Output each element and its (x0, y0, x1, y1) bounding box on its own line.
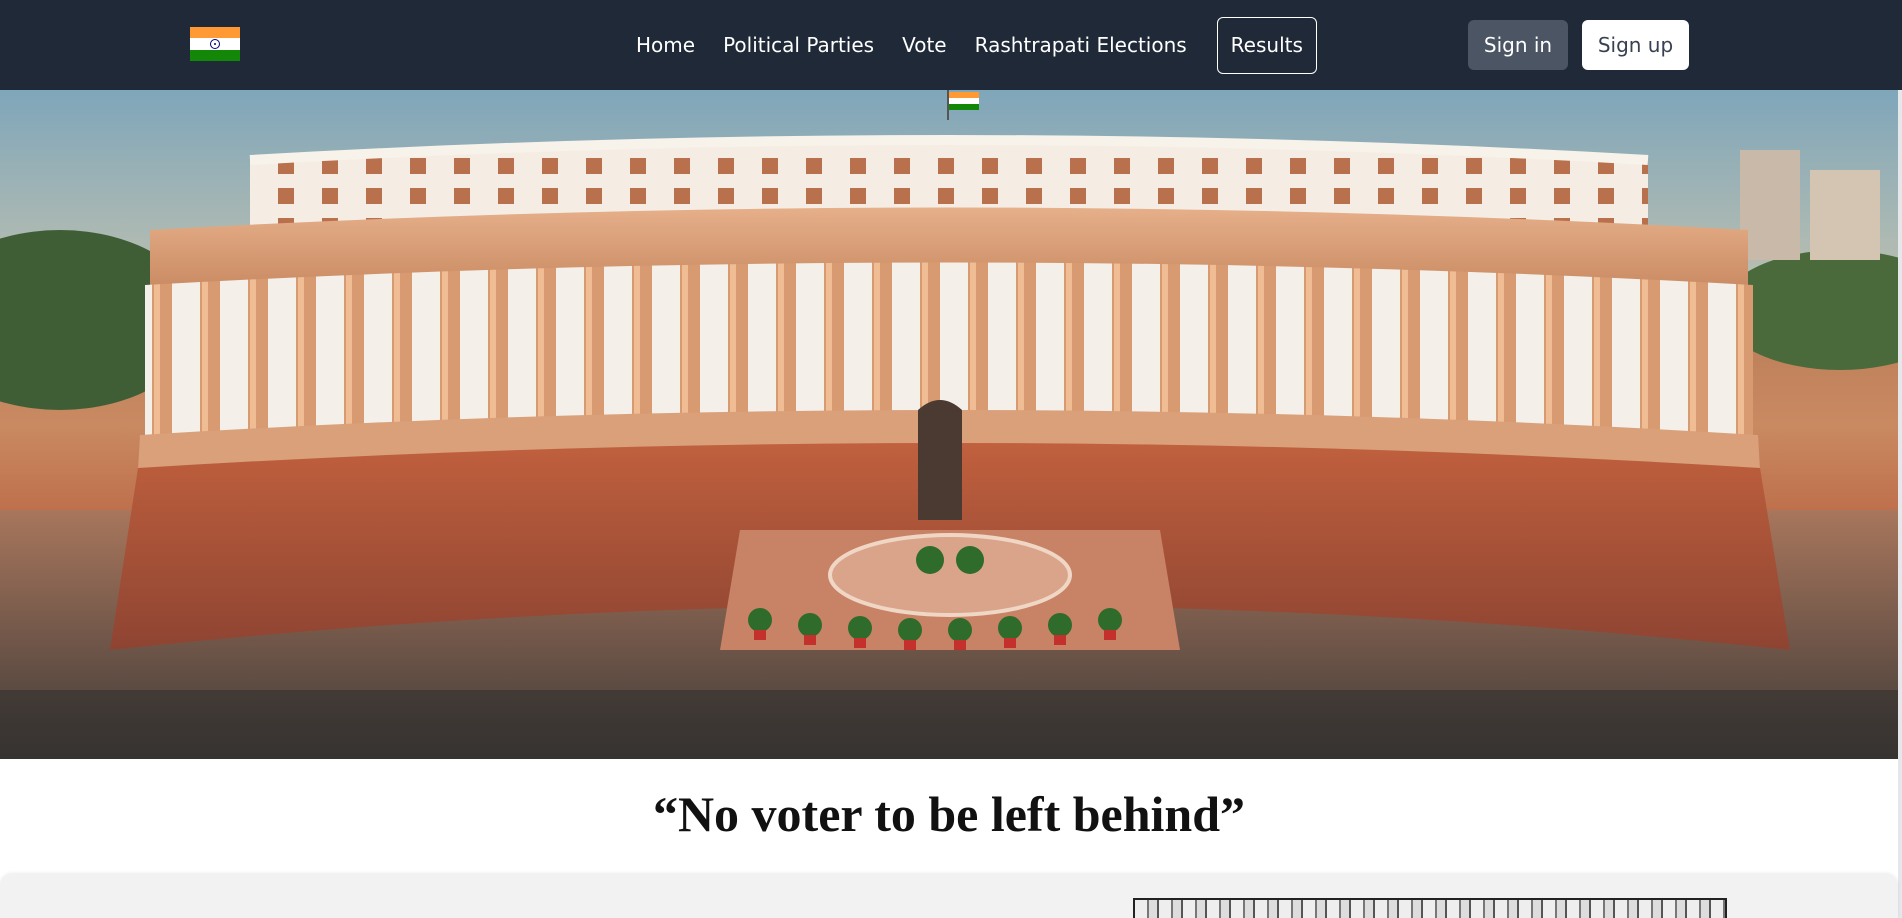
nav-link-rashtrapati-elections[interactable]: Rashtrapati Elections (961, 17, 1201, 74)
nav-link-home[interactable]: Home (622, 17, 709, 74)
content-section (0, 874, 1898, 918)
hero-parliament-image (0, 90, 1898, 759)
nav-link-political-parties[interactable]: Political Parties (709, 17, 888, 74)
navbar: Home Political Parties Vote Rashtrapati … (0, 0, 1902, 90)
sign-up-button[interactable]: Sign up (1582, 20, 1689, 70)
parliament-illustration (0, 90, 1898, 759)
flag-white-band (190, 38, 240, 50)
flag-saffron-band (190, 27, 240, 39)
india-flag-logo[interactable] (190, 27, 240, 61)
ashoka-chakra-icon (210, 38, 220, 49)
flag-green-band (190, 49, 240, 61)
nav-links: Home Political Parties Vote Rashtrapati … (622, 17, 1317, 74)
sign-in-button[interactable]: Sign in (1468, 20, 1568, 70)
nav-link-vote[interactable]: Vote (888, 17, 961, 74)
page-scrollbar[interactable] (1898, 90, 1902, 918)
nav-link-results[interactable]: Results (1216, 17, 1317, 74)
slogan-heading: “No voter to be left behind” (652, 786, 1246, 842)
decorative-card-image (1133, 898, 1727, 918)
